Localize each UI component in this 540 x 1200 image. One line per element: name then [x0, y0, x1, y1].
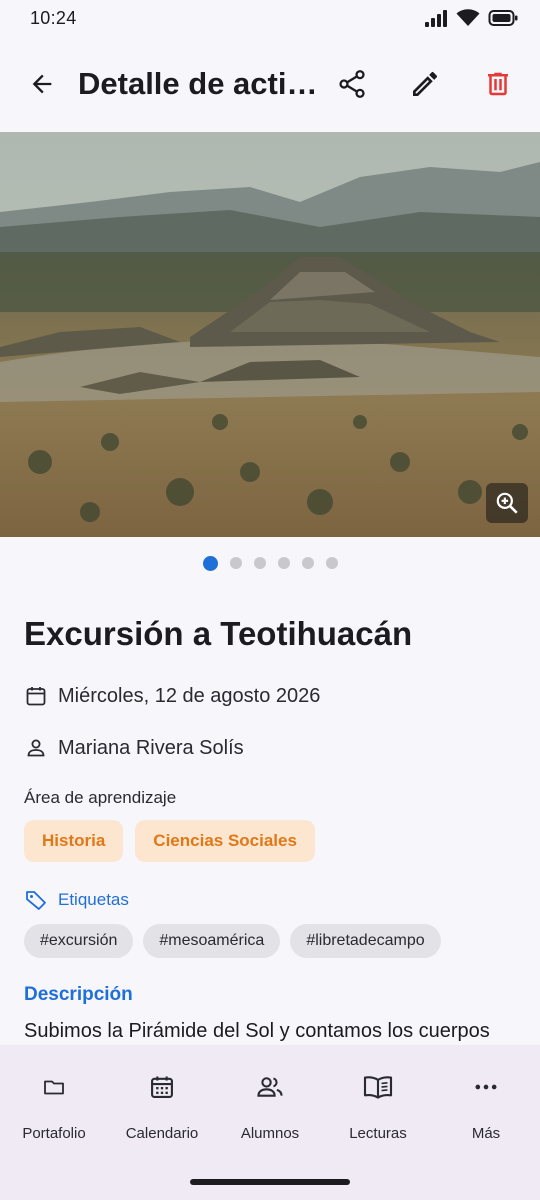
signal-icon — [425, 10, 447, 27]
pagination-dot[interactable] — [277, 557, 290, 569]
date-row: Miércoles, 12 de agosto 2026 — [24, 670, 516, 722]
edit-button[interactable] — [397, 56, 453, 112]
pencil-icon — [413, 71, 438, 96]
calendar-icon — [148, 1073, 176, 1101]
activity-photo[interactable] — [0, 132, 540, 537]
pagination-dot[interactable] — [325, 557, 338, 569]
nav-item-mas[interactable]: Más — [432, 1045, 540, 1200]
more-icon — [472, 1073, 500, 1101]
share-button[interactable] — [324, 56, 380, 112]
status-time: 10:24 — [30, 7, 77, 28]
delete-button[interactable] — [470, 56, 526, 112]
app-bar: Detalle de actividad — [0, 36, 540, 132]
page-title: Detalle de actividad — [78, 66, 318, 101]
pyramid-photo-image — [0, 132, 540, 537]
status-bar: 10:24 — [0, 0, 540, 36]
nav-item-alumnos[interactable]: Alumnos — [216, 1045, 324, 1200]
nav-label: Lecturas — [349, 1125, 407, 1142]
book-icon — [362, 1073, 394, 1101]
calendar-icon — [24, 684, 58, 708]
battery-icon — [488, 10, 518, 26]
nav-label: Más — [471, 1125, 501, 1142]
activity-title: Excursión a Teotihuacán — [24, 615, 413, 652]
description-text: Subimos la Pirámide del Sol y contamos l… — [24, 1020, 490, 1042]
nav-label: Portafolio — [22, 1125, 86, 1142]
nav-label: Alumnos — [240, 1125, 300, 1142]
gallery-pagination — [0, 555, 540, 571]
area-label: Área de aprendizaje — [24, 788, 177, 807]
nav-item-calendario[interactable]: Calendario — [108, 1045, 216, 1200]
people-icon — [255, 1073, 285, 1101]
nav-label: Calendario — [125, 1125, 199, 1142]
home-indicator[interactable] — [190, 1179, 350, 1185]
nav-item-portafolio[interactable]: Portafolio — [0, 1045, 108, 1200]
wifi-icon — [456, 9, 480, 26]
tag-icon — [26, 891, 46, 910]
area-chip[interactable]: Ciencias Sociales — [135, 820, 315, 862]
tag-chips: #excursión #mesoamérica #libretadecampo — [24, 924, 516, 958]
student-row: Mariana Rivera Solís — [24, 722, 516, 774]
tag-chip[interactable]: #mesoamérica — [143, 924, 281, 958]
pagination-dot[interactable] — [202, 555, 218, 571]
zoom-button[interactable] — [486, 483, 528, 523]
share-icon — [339, 70, 365, 98]
tag-chip[interactable]: #excursión — [24, 924, 134, 958]
status-icons — [424, 9, 518, 27]
description-label: Descripción — [24, 984, 133, 1005]
zoom-in-icon — [496, 492, 518, 514]
folder-icon — [40, 1073, 68, 1101]
tags-label: Etiquetas — [58, 890, 129, 909]
bottom-navigation: Portafolio Calendario Alumnos Lecturas M… — [0, 1045, 540, 1200]
area-chip[interactable]: Historia — [24, 820, 124, 862]
activity-details: Excursión a Teotihuacán Miércoles, 12 de… — [24, 600, 516, 1043]
person-icon — [24, 736, 58, 760]
area-chips: Historia Ciencias Sociales — [24, 820, 516, 862]
pagination-dot[interactable] — [229, 557, 242, 569]
pagination-dot[interactable] — [301, 557, 314, 569]
pagination-dot[interactable] — [253, 557, 266, 569]
student-name: Mariana Rivera Solís — [58, 736, 244, 759]
trash-icon — [488, 72, 508, 96]
tags-header: Etiquetas — [24, 888, 516, 912]
arrow-back-icon — [32, 74, 52, 94]
back-button[interactable] — [14, 56, 70, 112]
activity-date: Miércoles, 12 de agosto 2026 — [58, 684, 321, 707]
nav-item-lecturas[interactable]: Lecturas — [324, 1045, 432, 1200]
tag-chip[interactable]: #libretadecampo — [290, 924, 441, 958]
